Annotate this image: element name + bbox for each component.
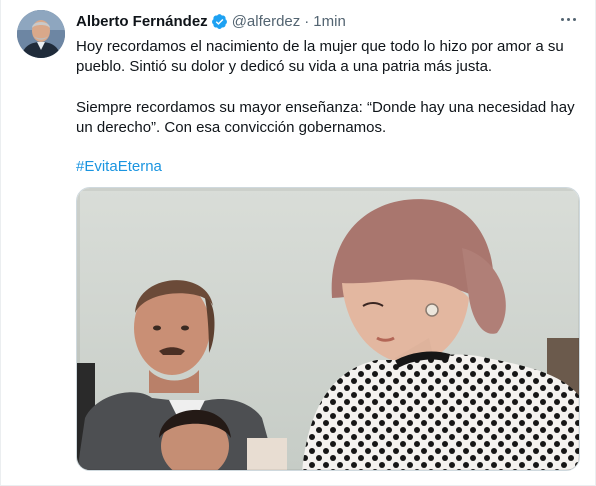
author-handle[interactable]: @alferdez	[232, 13, 301, 30]
tweet-photo[interactable]	[76, 187, 580, 471]
verified-badge-icon	[211, 13, 228, 30]
hashtag-link[interactable]: #EvitaEterna	[76, 157, 162, 177]
author-avatar[interactable]	[17, 10, 65, 58]
tweet-header: Alberto Fernández @alferdez · 1min	[76, 11, 346, 31]
tweet-paragraph-2: Siempre recordamos su mayor enseñanza: “…	[76, 99, 575, 136]
tweet-timestamp[interactable]: 1min	[313, 13, 346, 30]
person-portrait-icon	[17, 10, 65, 58]
more-options-icon[interactable]	[555, 8, 581, 30]
author-name[interactable]: Alberto Fernández	[76, 13, 208, 30]
separator-dot: ·	[304, 12, 310, 30]
historic-photo-image	[77, 188, 579, 470]
tweet-card[interactable]: Alberto Fernández @alferdez · 1min Hoy r…	[0, 0, 596, 486]
tweet-paragraph-1: Hoy recordamos el nacimiento de la mujer…	[76, 38, 564, 75]
